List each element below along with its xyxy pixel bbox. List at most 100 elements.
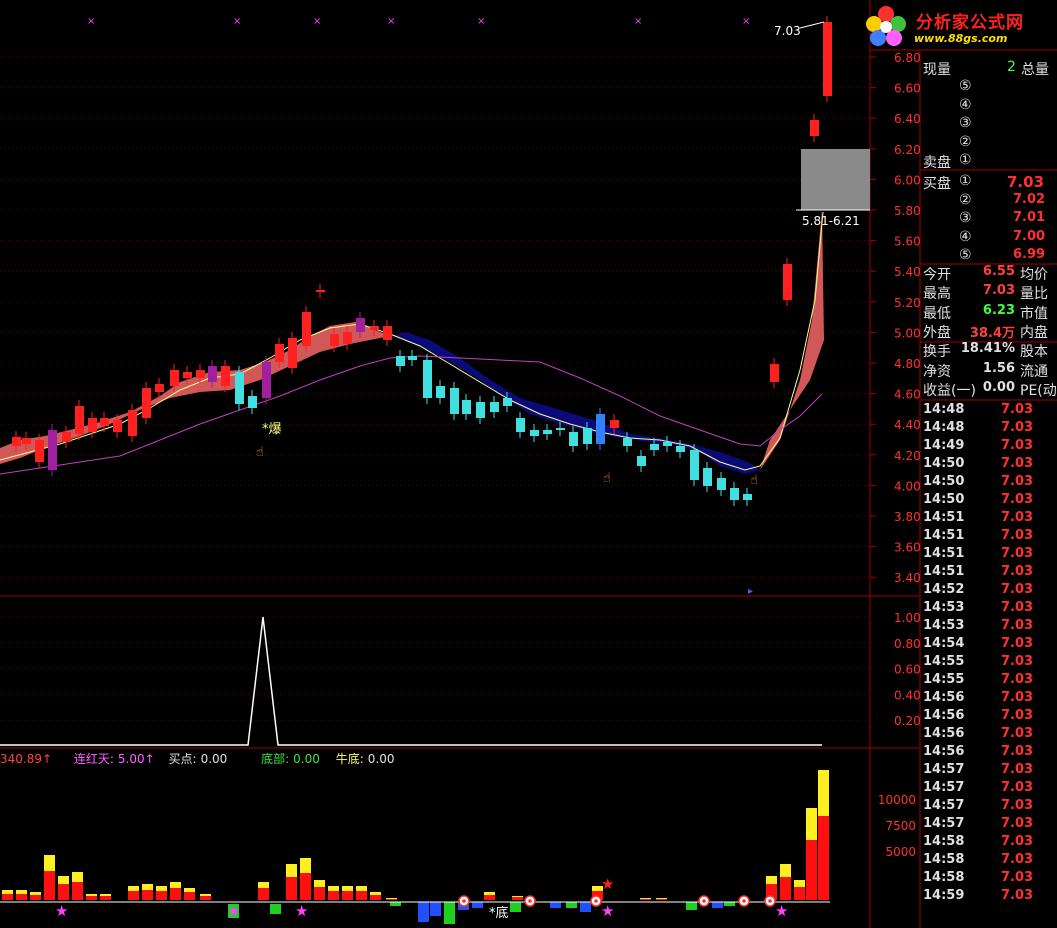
- candle-body: [262, 362, 271, 398]
- candle-body: [623, 438, 632, 446]
- tick-row[interactable]: 14:51 7.03: [921, 528, 1057, 546]
- maidian-value: 0.00: [200, 752, 228, 766]
- tick-price: 7.03: [1001, 762, 1034, 777]
- tick-row[interactable]: 14:50 7.03: [921, 492, 1057, 510]
- tick-time: 14:54: [923, 636, 965, 651]
- price-tag-label: 7.03: [774, 24, 801, 38]
- tick-price: 7.03: [1001, 672, 1034, 687]
- candle-body: [330, 334, 339, 346]
- sell-level-row: 卖盘 ①: [921, 152, 1057, 171]
- tick-price: 7.03: [1001, 888, 1034, 903]
- tick-row[interactable]: 14:55 7.03: [921, 654, 1057, 672]
- tick-row[interactable]: 14:57 7.03: [921, 816, 1057, 834]
- volume-bar-top: [328, 886, 339, 891]
- candle-body: [183, 372, 192, 378]
- tick-row[interactable]: 14:59 7.03: [921, 888, 1057, 906]
- tick-time: 14:56: [923, 690, 965, 705]
- tick-row[interactable]: 14:49 7.03: [921, 438, 1057, 456]
- sell-level-row: ②: [921, 134, 1057, 152]
- volume-bar-down: [418, 902, 429, 922]
- tick-time: 14:58: [923, 852, 965, 867]
- tick-time: 14:57: [923, 780, 965, 795]
- tick-row[interactable]: 14:57 7.03: [921, 762, 1057, 780]
- xianliang-value: 2: [1007, 59, 1016, 75]
- stat-right-label: 内盘: [1020, 324, 1048, 341]
- volume-bar-down: [566, 902, 577, 908]
- tick-row[interactable]: 14:56 7.03: [921, 708, 1057, 726]
- star-marker-icon: ★: [601, 902, 614, 920]
- circle-marker-dot: [462, 899, 466, 903]
- tick-row[interactable]: 14:50 7.03: [921, 474, 1057, 492]
- candle-body: [128, 410, 137, 436]
- sell-label: 卖盘: [923, 155, 951, 171]
- price-tick-label: 5.00: [894, 326, 921, 340]
- candle-body: [408, 356, 417, 360]
- volume-bar-down: [390, 902, 401, 906]
- volume-bar-top: [258, 882, 269, 888]
- volume-bar-top: [142, 884, 153, 890]
- tick-row[interactable]: 14:53 7.03: [921, 600, 1057, 618]
- price-tick-label: 4.40: [894, 418, 921, 432]
- volume-bar-top: [2, 890, 13, 894]
- tick-time: 14:51: [923, 564, 965, 579]
- level-number: ④: [959, 96, 972, 113]
- price-tick-label: 4.60: [894, 388, 921, 402]
- chart-canvas[interactable]: 6.80 6.60 6.40 6.20 6.00 5.80 5.60 5.40 5.20 5.00…: [0, 0, 1057, 928]
- candle-body: [637, 456, 646, 466]
- sub-tick-label: 0.20: [894, 714, 921, 728]
- tick-time: 14:57: [923, 816, 965, 831]
- niudi-label: 牛底:: [335, 752, 364, 766]
- tick-price: 7.03: [1001, 654, 1034, 669]
- circle-marker-dot: [594, 899, 598, 903]
- circle-marker-dot: [702, 899, 706, 903]
- tick-row[interactable]: 14:54 7.03: [921, 636, 1057, 654]
- tick-row[interactable]: 14:51 7.03: [921, 510, 1057, 528]
- price-tick-label: 6.20: [894, 143, 921, 157]
- candle-body: [503, 398, 512, 406]
- tick-time: 14:55: [923, 672, 965, 687]
- volume-bar-top: [356, 886, 367, 891]
- tick-row[interactable]: 14:51 7.03: [921, 546, 1057, 564]
- top-x-marker: ×: [233, 16, 241, 27]
- tick-row[interactable]: 14:53 7.03: [921, 618, 1057, 636]
- price-tick-label: 3.60: [894, 541, 921, 555]
- tick-row[interactable]: 14:58 7.03: [921, 852, 1057, 870]
- tick-row[interactable]: 14:58 7.03: [921, 870, 1057, 888]
- tick-price: 7.03: [1001, 564, 1034, 579]
- lianhong-label: 连红天:: [73, 752, 114, 766]
- candle-body: [610, 420, 619, 428]
- volume-bar-down: [270, 904, 281, 914]
- tick-row[interactable]: 14:56 7.03: [921, 726, 1057, 744]
- tick-row[interactable]: 14:57 7.03: [921, 798, 1057, 816]
- tick-row[interactable]: 14:52 7.03: [921, 582, 1057, 600]
- volume-bar-top: [640, 898, 651, 899]
- candle-body: [302, 312, 311, 346]
- buy-level-row: 买盘 ① 7.03: [921, 173, 1057, 192]
- candle-body: [569, 432, 578, 446]
- tick-price: 7.03: [1001, 708, 1034, 723]
- tick-row[interactable]: 14:58 7.03: [921, 834, 1057, 852]
- tick-row[interactable]: 14:57 7.03: [921, 780, 1057, 798]
- site-logo: 分析家公式网 www.88gs.com: [858, 2, 1057, 50]
- volume-bar-down: [686, 902, 697, 910]
- level-number: ②: [959, 191, 972, 208]
- volume-bar-down: [724, 902, 735, 906]
- tick-row[interactable]: 14:55 7.03: [921, 672, 1057, 690]
- tick-row[interactable]: 14:50 7.03: [921, 456, 1057, 474]
- volume-bar-down: [712, 902, 723, 908]
- logo-title: 分析家公式网: [916, 13, 1024, 33]
- tick-time: 14:49: [923, 438, 965, 453]
- tick-row[interactable]: 14:56 7.03: [921, 744, 1057, 762]
- tick-row[interactable]: 14:48 7.03: [921, 420, 1057, 438]
- level-number: ③: [959, 210, 972, 226]
- tick-price: 7.03: [1001, 528, 1034, 543]
- volume-bar-top: [370, 892, 381, 895]
- volume-bar-top: [386, 898, 397, 899]
- volume-bar-top: [794, 880, 805, 887]
- tick-row[interactable]: 14:48 7.03: [921, 402, 1057, 420]
- price-tick-label: 5.60: [894, 235, 921, 249]
- candle-body: [396, 356, 405, 366]
- tick-row[interactable]: 14:51 7.03: [921, 564, 1057, 582]
- tick-row[interactable]: 14:56 7.03: [921, 690, 1057, 708]
- sub-gridlines: [0, 616, 870, 721]
